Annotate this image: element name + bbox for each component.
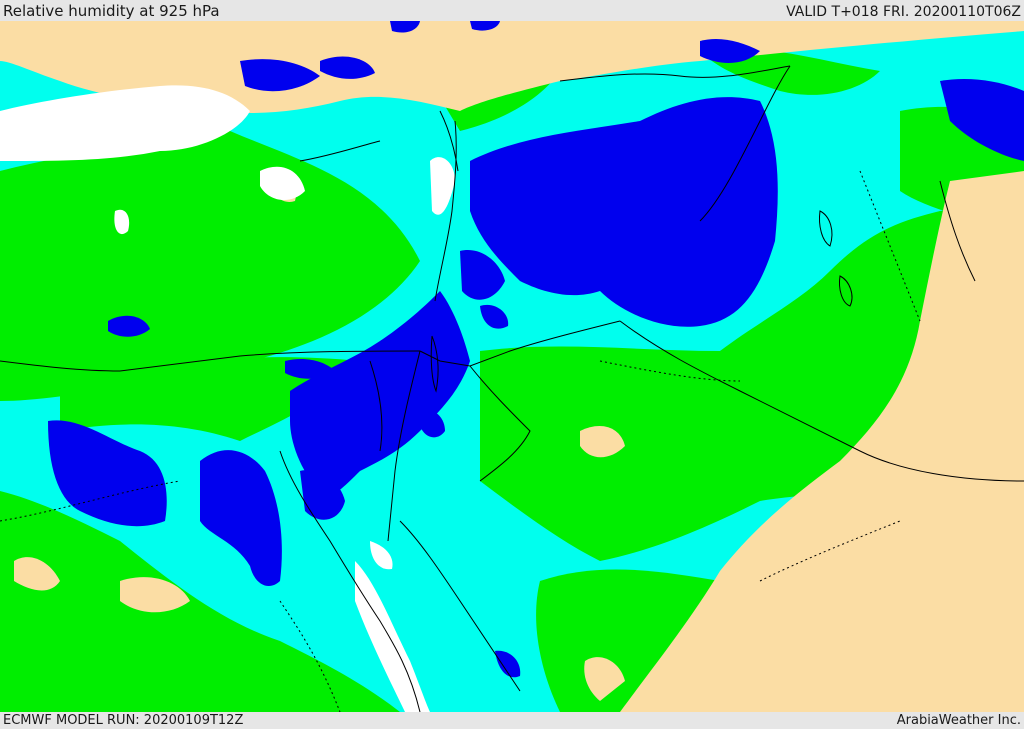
model-run: ECMWF MODEL RUN: 20200109T12Z [3,713,244,728]
header-bar: Relative humidity at 925 hPa VALID T+018… [0,0,1024,21]
footer-bar: ECMWF MODEL RUN: 20200109T12Z ArabiaWeat… [0,712,1024,729]
humidity-map[interactable] [0,21,1024,712]
map-title: Relative humidity at 925 hPa [3,2,220,20]
valid-time: VALID T+018 FRI. 20200110T06Z [786,4,1021,20]
map-canvas [0,21,1024,712]
brand-credit: ArabiaWeather Inc. [896,713,1021,728]
